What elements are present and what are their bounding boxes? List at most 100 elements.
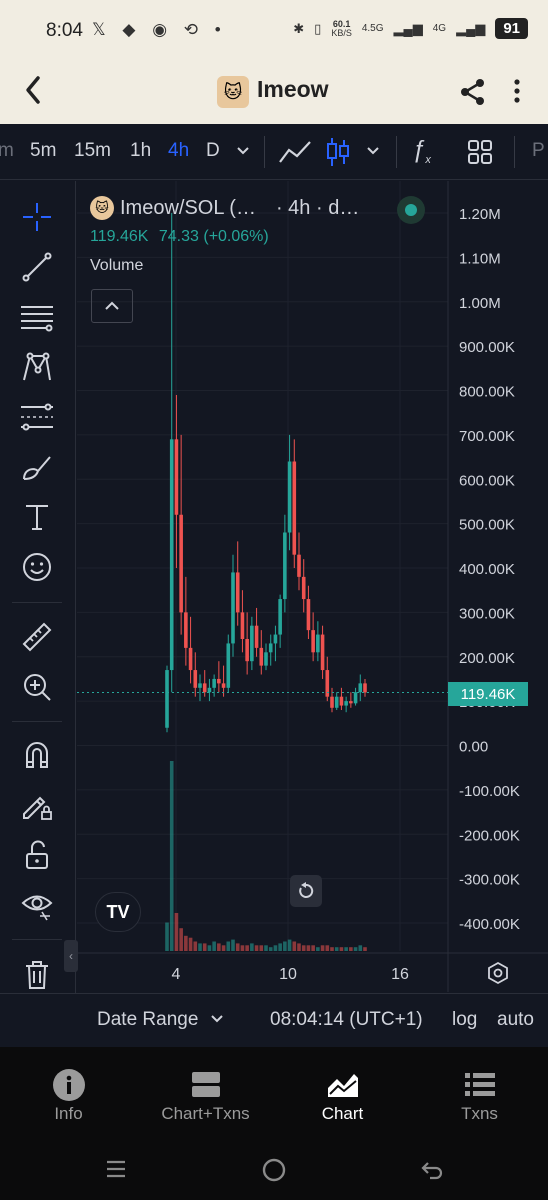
candle-body bbox=[250, 625, 254, 662]
text-tool[interactable] bbox=[19, 499, 55, 535]
brush-tool[interactable] bbox=[19, 449, 55, 485]
info-icon bbox=[52, 1069, 85, 1101]
volume-bar bbox=[193, 941, 198, 951]
log-scale-toggle[interactable]: log bbox=[452, 1009, 477, 1031]
emoji-tool[interactable] bbox=[19, 549, 55, 585]
volume-bar bbox=[226, 941, 231, 951]
grid-icon bbox=[468, 140, 492, 164]
lock-tool[interactable] bbox=[19, 837, 55, 873]
volume-bar bbox=[179, 928, 183, 951]
volume-bar bbox=[207, 945, 212, 951]
auto-scale-toggle[interactable]: auto bbox=[497, 1009, 534, 1031]
forecast-icon bbox=[21, 403, 53, 431]
recents-button[interactable] bbox=[104, 1157, 128, 1188]
candle-body bbox=[169, 439, 174, 671]
volume-bar bbox=[297, 943, 301, 951]
sidebar-divider bbox=[12, 721, 62, 722]
bluetooth-icon: ✱ bbox=[293, 20, 305, 36]
toolbar-overflow[interactable]: P bbox=[532, 140, 545, 162]
prediction-tool[interactable] bbox=[19, 399, 55, 435]
timeframe-dropdown[interactable] bbox=[236, 142, 250, 164]
volume-bar bbox=[325, 945, 330, 951]
date-range-bar: Date Range 08:04:14 (UTC+1) log auto bbox=[0, 993, 548, 1047]
volume-bar bbox=[311, 945, 315, 951]
candle-body bbox=[212, 678, 216, 688]
volume-bar bbox=[202, 943, 207, 951]
volume-bar bbox=[316, 947, 320, 951]
candle-body bbox=[283, 532, 287, 600]
token-logo: 🐱 bbox=[217, 76, 249, 108]
volume-bar bbox=[363, 947, 367, 951]
hexagon-settings-icon bbox=[488, 961, 508, 985]
nav-chart-txns[interactable]: Chart+Txns bbox=[137, 1047, 274, 1145]
chart-icon bbox=[327, 1074, 358, 1097]
volume-bar bbox=[301, 945, 306, 951]
candle-body bbox=[245, 639, 249, 662]
reset-icon bbox=[299, 882, 314, 898]
current-price-tag: 119.46K bbox=[448, 682, 528, 706]
home-button[interactable] bbox=[261, 1157, 287, 1190]
horizontal-lines-icon bbox=[21, 306, 53, 332]
more-button[interactable] bbox=[512, 76, 522, 110]
y-tick-label: 400.00K bbox=[459, 561, 515, 578]
candle-body bbox=[297, 554, 301, 577]
chart-type-dropdown[interactable] bbox=[366, 142, 380, 164]
status-time: 8:04 bbox=[46, 20, 83, 41]
candle-chart-button[interactable] bbox=[326, 136, 350, 173]
trendline-tool[interactable] bbox=[19, 249, 55, 285]
candle-body bbox=[301, 576, 306, 600]
reset-chart-button[interactable] bbox=[290, 875, 322, 907]
candle-body bbox=[264, 652, 268, 666]
y-tick-label: 1.10M bbox=[459, 250, 501, 267]
volume-bar bbox=[254, 945, 259, 951]
timeframe-5m[interactable]: 5m bbox=[30, 140, 56, 162]
timeframe-1h[interactable]: 1h bbox=[130, 140, 151, 162]
notification-icons: 𝕏 ◆ ◉ ⟲ • bbox=[92, 20, 227, 39]
back-system-button[interactable] bbox=[420, 1157, 444, 1188]
sidebar-collapse-handle[interactable]: ‹ bbox=[64, 940, 78, 972]
date-range-button[interactable]: Date Range bbox=[97, 1009, 224, 1031]
layout-button[interactable] bbox=[466, 138, 494, 171]
nav-txns[interactable]: Txns bbox=[411, 1047, 548, 1145]
candle-body bbox=[273, 634, 278, 644]
legend-collapse-button[interactable] bbox=[91, 289, 133, 323]
y-tick-label: 500.00K bbox=[459, 517, 515, 534]
legend-interval: · 4h · d… bbox=[275, 196, 360, 219]
function-icon: ƒx bbox=[412, 136, 431, 166]
candle-body bbox=[358, 683, 363, 693]
volume-bar bbox=[278, 943, 282, 951]
timeframe-15m[interactable]: 15m bbox=[74, 140, 111, 162]
measure-tool[interactable] bbox=[19, 619, 55, 655]
crosshair-tool[interactable] bbox=[19, 199, 55, 235]
candle-body bbox=[221, 683, 226, 688]
network-4-5g: 4.5G bbox=[361, 23, 384, 34]
volume-label: Volume bbox=[90, 257, 144, 274]
magnet-tool[interactable] bbox=[19, 737, 55, 773]
indicators-button[interactable]: ƒx bbox=[412, 136, 431, 166]
timezone-clock[interactable]: 08:04:14 (UTC+1) bbox=[270, 1009, 423, 1031]
zoom-tool[interactable] bbox=[19, 669, 55, 705]
visibility-tool[interactable] bbox=[19, 887, 55, 923]
back-button[interactable] bbox=[22, 74, 46, 114]
nav-info[interactable]: Info bbox=[0, 1047, 137, 1145]
volume-bar bbox=[250, 943, 254, 951]
timeframe-4h[interactable]: 4h bbox=[168, 140, 189, 162]
pattern-tool[interactable] bbox=[19, 349, 55, 385]
candle-body bbox=[339, 696, 344, 706]
sidebar-divider bbox=[12, 939, 62, 940]
timeframe-d[interactable]: D bbox=[206, 140, 220, 162]
price-chart[interactable]: 1.20M 1.10M 1.00M 900.00K 800.00K 700.00K 600.… bbox=[77, 181, 548, 992]
lock-drawing-tool[interactable] bbox=[19, 787, 55, 823]
delete-tool[interactable] bbox=[19, 957, 55, 993]
volume-bar bbox=[240, 945, 245, 951]
fib-tool[interactable] bbox=[19, 299, 55, 335]
network-4g: 4G bbox=[432, 23, 447, 34]
chart-settings-button[interactable] bbox=[486, 961, 510, 990]
line-chart-button[interactable] bbox=[278, 138, 312, 171]
share-button[interactable] bbox=[458, 77, 488, 112]
candle-body bbox=[217, 678, 221, 684]
volume-bar bbox=[217, 943, 221, 951]
tradingview-logo[interactable]: TV bbox=[95, 892, 141, 932]
nav-chart[interactable]: Chart bbox=[274, 1047, 411, 1145]
timeframe-partial[interactable]: m bbox=[0, 140, 14, 162]
